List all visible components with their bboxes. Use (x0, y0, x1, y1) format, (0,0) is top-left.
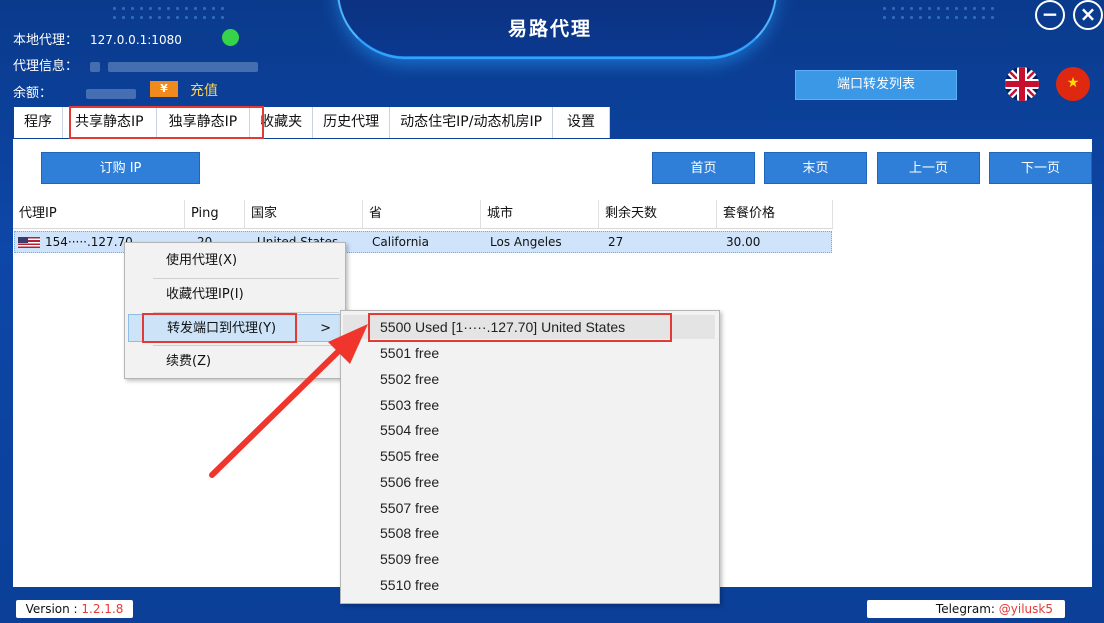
port-item[interactable]: 5502 free (343, 367, 715, 391)
version-value: 1.2.1.8 (81, 602, 124, 616)
menu-use-proxy[interactable]: 使用代理(X) (128, 247, 342, 275)
menu-favorite-proxy[interactable]: 收藏代理IP(I) (128, 281, 342, 309)
redacted-value (90, 61, 101, 72)
tab-history[interactable]: 历史代理 (313, 107, 391, 138)
local-proxy-label: 本地代理： (13, 33, 79, 48)
buy-ip-button[interactable]: 订购 IP (41, 152, 200, 184)
telegram-label: Telegram: (935, 602, 995, 616)
redacted-value (108, 61, 259, 72)
column-header[interactable]: 剩余天数 (599, 200, 717, 228)
redacted-value (86, 88, 137, 99)
column-header[interactable]: Ping (185, 200, 245, 228)
english-flag-icon[interactable] (1005, 67, 1039, 101)
cell-days: 27 (608, 235, 624, 249)
last-page-button[interactable]: 末页 (764, 152, 867, 184)
proxy-info-label: 代理信息： (13, 59, 79, 74)
decor-dots (880, 4, 1000, 22)
tab-exclusive-static-ip[interactable]: 独享静态IP (156, 107, 251, 140)
cell-province: California (372, 235, 429, 249)
tab-bar: 程序 共享静态IP 独享静态IP 收藏夹 历史代理 动态住宅IP/动态机房IP … (14, 107, 611, 140)
next-page-button[interactable]: 下一页 (989, 152, 1092, 184)
balance-label: 余额： (13, 86, 53, 101)
app-window: 易路代理 − × 本地代理： 127.0.0.1:1080 代理信息： 余额： ¥… (0, 0, 1104, 623)
us-flag-icon (18, 237, 40, 248)
tab-favorites[interactable]: 收藏夹 (250, 107, 314, 138)
tab-shared-static-ip[interactable]: 共享静态IP (63, 107, 157, 138)
column-header[interactable]: 省 (363, 200, 481, 228)
version-badge: Version : 1.2.1.8 (16, 600, 133, 618)
decor-dots (110, 4, 230, 22)
cell-city: Los Angeles (490, 235, 562, 249)
port-item[interactable]: 5507 free (343, 496, 715, 520)
port-item[interactable]: 5505 free (343, 444, 715, 468)
menu-separator (153, 312, 339, 313)
first-page-button[interactable]: 首页 (652, 152, 755, 184)
status-indicator (222, 29, 239, 46)
version-label: Version : (25, 602, 78, 616)
proxy-info-row: 代理信息： (13, 55, 259, 74)
column-header[interactable]: 套餐价格 (717, 200, 833, 228)
tab-settings[interactable]: 设置 (553, 107, 611, 138)
port-item[interactable]: 5506 free (343, 470, 715, 494)
minimize-icon[interactable]: − (1035, 0, 1065, 30)
balance-row: 余额： (13, 82, 137, 101)
port-item[interactable]: 5504 free (343, 418, 715, 442)
port-item[interactable]: 5509 free (343, 547, 715, 571)
port-item-used[interactable]: 5500 Used [1·····.127.70] United States (343, 315, 715, 339)
menu-separator (153, 278, 339, 279)
tab-dynamic-ip[interactable]: 动态住宅IP/动态机房IP (390, 107, 554, 138)
column-header[interactable]: 代理IP (13, 200, 185, 228)
port-forward-list-button[interactable]: 端口转发列表 (795, 70, 957, 100)
app-title: 易路代理 (507, 18, 592, 40)
port-submenu: 5500 Used [1·····.127.70] United States … (340, 310, 720, 604)
tab-program[interactable]: 程序 (14, 107, 63, 138)
table-header: 代理IP Ping 国家 省 城市 剩余天数 套餐价格 (13, 200, 833, 229)
cell-ip: 154·····.127.70 (45, 235, 133, 249)
cell-price: 30.00 (726, 235, 761, 249)
port-item[interactable]: 5508 free (343, 521, 715, 545)
column-header[interactable]: 国家 (245, 200, 363, 228)
close-icon[interactable]: × (1073, 0, 1103, 30)
port-item[interactable]: 5510 free (343, 573, 715, 597)
local-proxy-value: 127.0.0.1:1080 (90, 33, 182, 47)
telegram-badge: Telegram: @yilusk5 (867, 600, 1065, 618)
telegram-link[interactable]: @yilusk5 (999, 602, 1053, 616)
pointer-arrow-icon (209, 324, 368, 478)
port-item[interactable]: 5501 free (343, 341, 715, 365)
recharge-link[interactable]: 充值 (190, 80, 218, 100)
prev-page-button[interactable]: 上一页 (877, 152, 980, 184)
port-item[interactable]: 5503 free (343, 393, 715, 417)
chinese-flag-icon[interactable]: ★ (1056, 67, 1090, 101)
yen-icon: ¥ (150, 81, 178, 97)
local-proxy-row: 本地代理： 127.0.0.1:1080 (13, 29, 182, 48)
column-header[interactable]: 城市 (481, 200, 599, 228)
